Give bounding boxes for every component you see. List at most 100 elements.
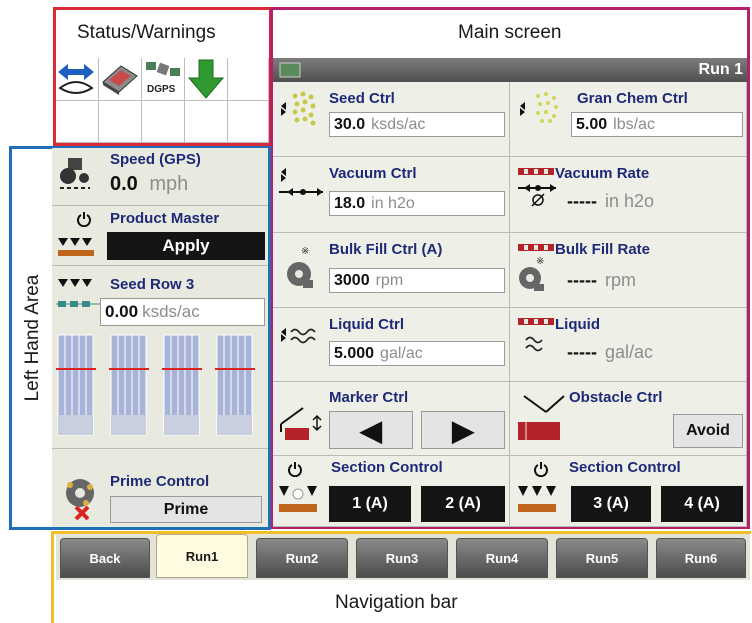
product-master-label: Product Master: [110, 210, 220, 227]
bulk-fill-ctrl-value-box[interactable]: 3000 rpm: [329, 268, 505, 293]
seed-row-value-box: 0.00 ksds/ac: [100, 298, 265, 326]
divider: [52, 205, 268, 206]
dgps-label: DGPS: [147, 84, 176, 95]
liquid-ctrl-label: Liquid Ctrl: [329, 316, 404, 333]
seed-row-label: Seed Row 3: [110, 276, 195, 293]
right-arrow-icon: ▶: [452, 414, 474, 446]
liquid-rate-icon: [518, 318, 554, 352]
satellite-icon: [146, 62, 180, 76]
status-warnings-grid: DGPS: [56, 58, 269, 143]
main-header: Run 1: [273, 58, 747, 82]
apply-button[interactable]: Apply: [107, 232, 265, 260]
bulk-fill-ctrl-unit: rpm: [375, 271, 404, 289]
warning-cell-7[interactable]: [99, 101, 142, 143]
seed-row-icon: [56, 279, 100, 307]
tab-run5[interactable]: Run5: [556, 538, 648, 578]
gran-chem-ctrl-unit: lbs/ac: [613, 115, 655, 133]
main-screen-callout: Main screen: [458, 22, 562, 43]
tab-back[interactable]: Back: [60, 538, 150, 578]
gran-chem-ctrl-value: 5.00: [576, 115, 608, 133]
vacuum-rate-label: Vacuum Rate: [555, 165, 650, 182]
planter-row-icon: [58, 238, 94, 256]
vacuum-ctrl-unit: in h2o: [371, 194, 415, 212]
navigation-bar-callout: Navigation bar: [335, 592, 458, 613]
prime-button[interactable]: Prime: [110, 496, 262, 523]
section-control-label-1: Section Control: [331, 459, 443, 476]
left-hand-area-callout: Left Hand Area: [22, 274, 43, 402]
down-arrow-icon: [187, 59, 225, 99]
liquid-value: -----: [567, 342, 597, 362]
obstacle-ctrl-label: Obstacle Ctrl: [569, 389, 663, 406]
left-arrow-icon: ◀: [360, 414, 382, 446]
warning-cell-1[interactable]: [56, 58, 99, 101]
seed-row-unit: ksds/ac: [142, 302, 200, 321]
avoid-button[interactable]: Avoid: [673, 414, 743, 448]
section-4-button[interactable]: 4 (A): [661, 486, 743, 522]
warning-cell-5[interactable]: [228, 58, 269, 101]
seed-ctrl-label: Seed Ctrl: [329, 90, 395, 107]
warning-cell-6[interactable]: [56, 101, 99, 143]
power-icon: [534, 462, 548, 477]
monitor-card-icon: [102, 65, 138, 95]
left-hand-panel: Speed (GPS) 0.0 mph Product Master Apply…: [52, 148, 268, 527]
run-title: Run 1: [698, 61, 743, 78]
bulk-fill-ctrl-value: 3000: [334, 271, 370, 289]
seed-dots-icon: [281, 91, 316, 126]
liquid-ctrl-unit: gal/ac: [380, 344, 423, 362]
tab-run6[interactable]: Run6: [656, 538, 746, 578]
divider: [52, 265, 268, 266]
bulk-fill-rate-value: -----: [567, 270, 597, 290]
tab-run1[interactable]: Run1: [156, 534, 248, 578]
warning-cell-10[interactable]: [228, 101, 269, 143]
vacuum-ctrl-label: Vacuum Ctrl: [329, 165, 417, 182]
liquid-value-row: ----- gal/ac: [567, 342, 653, 363]
power-icon: [288, 462, 302, 477]
speed-value: 0.0: [110, 173, 138, 195]
guidance-arrows-icon: [58, 64, 94, 94]
section-1-button[interactable]: 1 (A): [329, 486, 411, 522]
warning-cell-8[interactable]: [142, 101, 185, 143]
vacuum-icon: [279, 168, 323, 196]
svg-text:※: ※: [536, 256, 544, 267]
svg-text:※: ※: [301, 246, 309, 257]
vacuum-rate-unit: in h2o: [604, 191, 655, 211]
row-bars-graphic: [56, 334, 255, 436]
vacuum-rate-value-row: ----- in h2o: [567, 191, 654, 212]
tab-run3[interactable]: Run3: [356, 538, 448, 578]
liquid-ctrl-value-box[interactable]: 5.000 gal/ac: [329, 341, 505, 366]
tab-run4[interactable]: Run4: [456, 538, 548, 578]
speed-unit: mph: [149, 173, 189, 195]
tab-run2[interactable]: Run2: [256, 538, 348, 578]
gran-chem-ctrl-value-box[interactable]: 5.00 lbs/ac: [571, 112, 743, 137]
section-planter-icon: [279, 486, 317, 512]
marker-left-button[interactable]: ◀: [329, 411, 413, 449]
bulk-fill-ctrl-label: Bulk Fill Ctrl (A): [329, 241, 443, 258]
bulk-fill-rate-value-row: ----- rpm: [567, 270, 636, 291]
section-2-button[interactable]: 2 (A): [421, 486, 505, 522]
liquid-unit: gal/ac: [604, 342, 654, 362]
liquid-icon: [281, 328, 316, 344]
marker-right-button[interactable]: ▶: [421, 411, 505, 449]
vacuum-rate-value: -----: [567, 191, 597, 211]
warning-cell-2[interactable]: [99, 58, 142, 101]
vacuum-ctrl-value-box[interactable]: 18.0 in h2o: [329, 191, 505, 216]
marker-ctrl-label: Marker Ctrl: [329, 389, 409, 406]
divider: [52, 448, 268, 449]
seed-ctrl-unit: ksds/ac: [371, 115, 426, 133]
prime-meter-icon: [66, 479, 94, 521]
warning-cell-9[interactable]: [185, 101, 228, 143]
row-bars-area: [56, 333, 266, 443]
section-control-label-2: Section Control: [569, 459, 681, 476]
warning-cell-4[interactable]: [185, 58, 228, 101]
section-planter-icon: [518, 486, 556, 512]
liquid-label: Liquid: [555, 316, 600, 333]
section-3-button[interactable]: 3 (A): [571, 486, 651, 522]
seed-ctrl-value-box[interactable]: 30.0 ksds/ac: [329, 112, 505, 137]
bulk-fill-fan-icon: ※: [287, 246, 313, 288]
granular-chem-icon: [520, 92, 558, 123]
gran-chem-ctrl-label: Gran Chem Ctrl: [577, 90, 688, 107]
power-icon: [77, 212, 91, 227]
liquid-ctrl-value: 5.000: [334, 344, 375, 362]
warning-cell-dgps[interactable]: DGPS: [142, 58, 185, 101]
tractor-icon: [60, 158, 90, 189]
